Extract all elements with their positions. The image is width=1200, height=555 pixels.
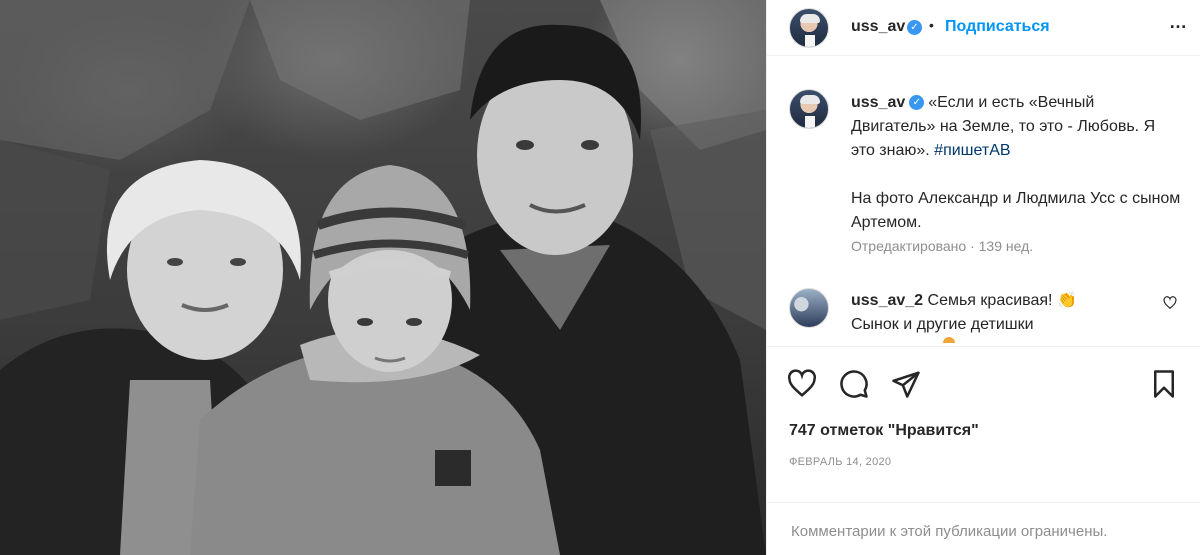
bookmark-icon[interactable] [1149,369,1179,399]
comment-icon[interactable] [839,369,869,399]
heart-icon[interactable] [787,369,817,399]
commenter-username[interactable]: uss_av_2 [851,292,923,309]
post-side-panel: uss_av ✓ • Подписаться … uss_av ✓ «Если и … [766,0,1200,555]
caption-hashtag[interactable]: #пишетАВ [934,142,1010,159]
caption-description: На фото Александр и Людмила Усс с сыном … [851,190,1181,231]
separator-dot: • [929,17,934,33]
more-options-icon[interactable]: … [1169,12,1188,33]
edited-timestamp[interactable]: Отредактировано · 139 нед. [851,238,1033,254]
action-bar [767,346,1200,426]
author-username[interactable]: uss_av [851,18,905,36]
clapping-hands-icon: 👏 [1056,292,1077,309]
verified-badge-icon: ✓ [907,20,922,35]
comment-text: Семья красивая! [927,292,1053,309]
likes-count[interactable]: 747 отметок "Нравится" [789,422,979,440]
comment-like-heart-icon[interactable] [1163,296,1177,310]
family-photo-illustration [0,0,766,555]
caption-username[interactable]: uss_av [851,94,905,111]
follow-button[interactable]: Подписаться [945,18,1050,36]
caption-author-avatar[interactable] [789,89,829,129]
comment-text-line2: Сынок и другие детишки [851,316,1034,333]
post-photo[interactable] [0,0,766,555]
post-date[interactable]: ФЕВРАЛЬ 14, 2020 [789,456,891,468]
comment-item: uss_av_2 Семья красивая! 👏 Сынок и други… [851,289,1151,337]
clipped-emoji-icon [943,337,955,343]
verified-badge-icon: ✓ [909,95,925,111]
comments-limited-notice: Комментарии к этой публикации ограничены… [767,502,1200,555]
post-caption: uss_av ✓ «Если и есть «Вечный Двигатель» н… [851,91,1181,235]
author-avatar[interactable] [789,8,829,48]
post-header: uss_av ✓ • Подписаться … [767,0,1200,56]
commenter-avatar[interactable] [789,288,829,328]
paper-plane-icon[interactable] [891,369,921,399]
